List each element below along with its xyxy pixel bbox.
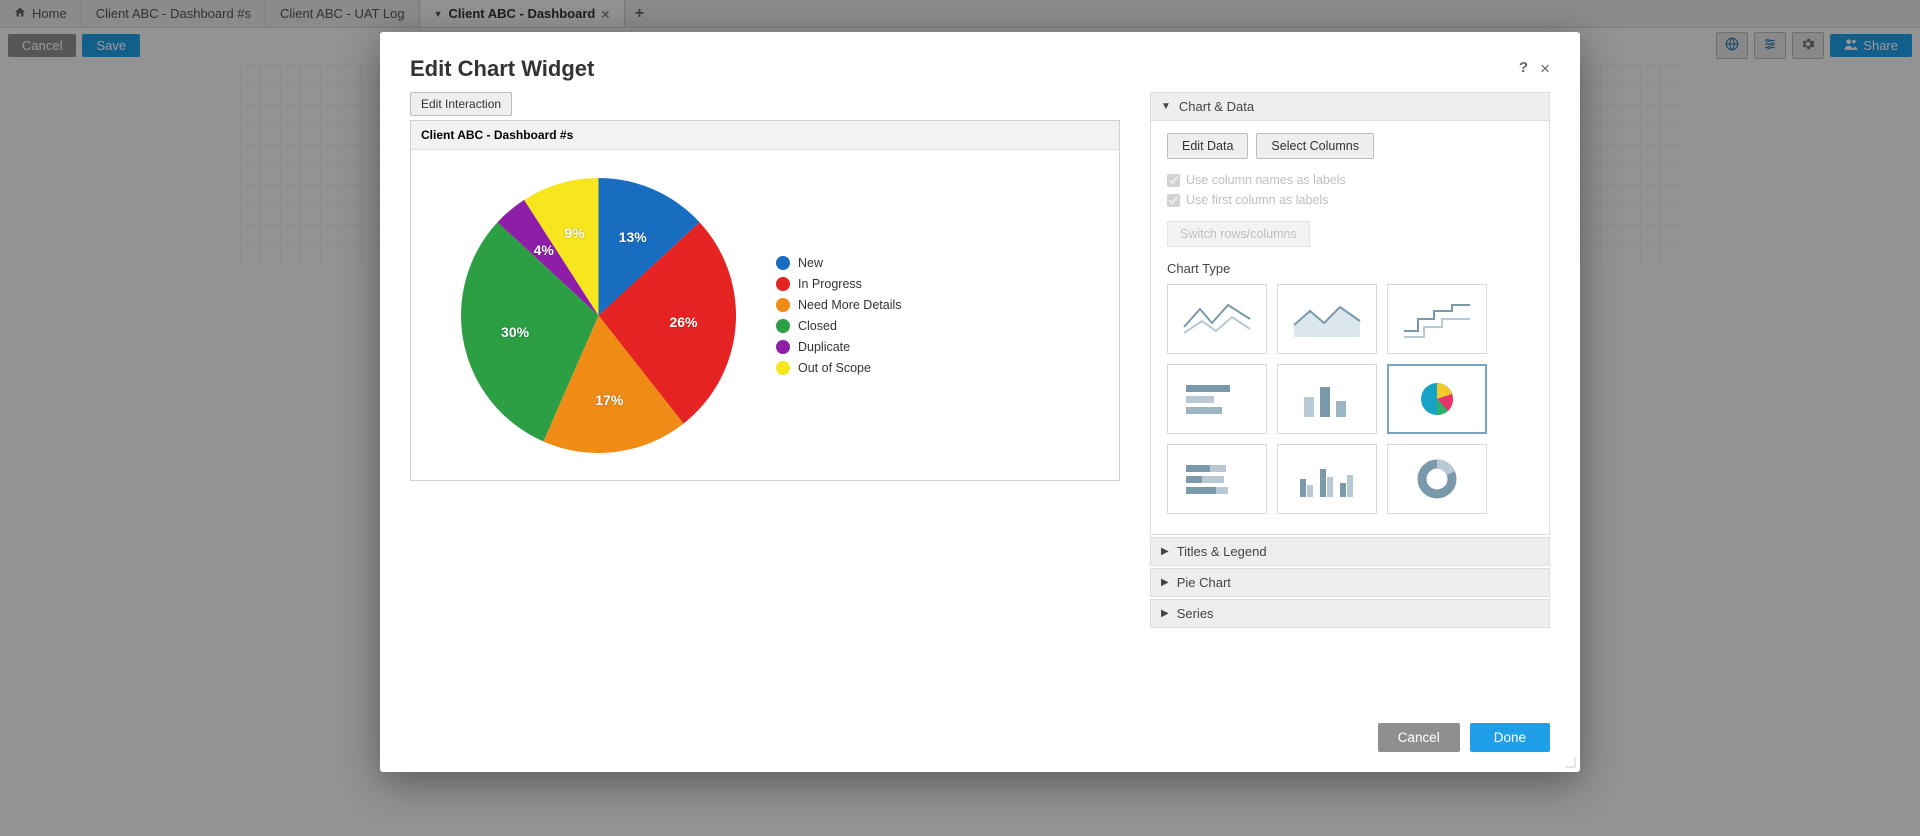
- chart-type-hbar[interactable]: [1167, 364, 1267, 434]
- section-series[interactable]: ▶ Series: [1151, 600, 1549, 627]
- chart-type-pie[interactable]: [1387, 364, 1487, 434]
- legend-label: Duplicate: [798, 340, 850, 354]
- chart-type-grid: [1167, 284, 1533, 514]
- pie-slice-label: 26%: [669, 314, 697, 330]
- edit-interaction-button[interactable]: Edit Interaction: [410, 92, 512, 116]
- legend-swatch: [776, 256, 790, 270]
- checkbox-label: Use column names as labels: [1186, 173, 1346, 187]
- pie-chart: 13% 26% 17% 30% 4% 9%: [461, 178, 736, 453]
- modal-header: Edit Chart Widget ? ×: [380, 32, 1580, 92]
- pie-slice-label: 4%: [534, 242, 554, 258]
- section-label: Titles & Legend: [1177, 544, 1267, 559]
- section-label: Pie Chart: [1177, 575, 1231, 590]
- legend-swatch: [776, 340, 790, 354]
- chart-type-hbar-stack[interactable]: [1167, 444, 1267, 514]
- switch-rows-columns-button[interactable]: Switch rows/columns: [1167, 221, 1310, 247]
- legend-item[interactable]: Closed: [776, 319, 902, 333]
- legend-swatch: [776, 319, 790, 333]
- close-modal-icon[interactable]: ×: [1540, 59, 1550, 79]
- chart-type-donut[interactable]: [1387, 444, 1487, 514]
- legend-item[interactable]: New: [776, 256, 902, 270]
- legend-label: New: [798, 256, 823, 270]
- modal-done-button[interactable]: Done: [1470, 723, 1550, 752]
- pie-slice-label: 30%: [501, 324, 529, 340]
- section-titles-legend[interactable]: ▶ Titles & Legend: [1151, 538, 1549, 565]
- legend-label: Closed: [798, 319, 837, 333]
- caret-right-icon: ▶: [1161, 608, 1169, 619]
- checkbox-label: Use first column as labels: [1186, 193, 1328, 207]
- legend-item[interactable]: Duplicate: [776, 340, 902, 354]
- legend-label: Out of Scope: [798, 361, 871, 375]
- legend-item[interactable]: Out of Scope: [776, 361, 902, 375]
- edit-data-button[interactable]: Edit Data: [1167, 133, 1248, 159]
- chart-type-label: Chart Type: [1167, 261, 1533, 276]
- use-column-names-checkbox[interactable]: Use column names as labels: [1167, 173, 1533, 187]
- modal-footer: Cancel Done: [380, 709, 1580, 772]
- checkbox-input[interactable]: [1167, 174, 1180, 187]
- chart-preview-card: Client ABC - Dashboard #s 13% 26% 17% 30% 4%…: [410, 120, 1120, 481]
- legend-item[interactable]: In Progress: [776, 277, 902, 291]
- resize-handle-icon[interactable]: [1564, 756, 1576, 768]
- legend-swatch: [776, 361, 790, 375]
- select-columns-button[interactable]: Select Columns: [1256, 133, 1374, 159]
- pie-slice-label: 17%: [595, 392, 623, 408]
- section-chart-and-data[interactable]: ▼ Chart & Data: [1151, 93, 1549, 120]
- modal-cancel-button[interactable]: Cancel: [1378, 723, 1460, 752]
- chart-type-vbar[interactable]: [1277, 364, 1377, 434]
- legend-label: Need More Details: [798, 298, 902, 312]
- modal-title: Edit Chart Widget: [410, 56, 594, 82]
- caret-right-icon: ▶: [1161, 546, 1169, 557]
- pie-slice-label: 9%: [564, 225, 584, 241]
- section-label: Series: [1177, 606, 1214, 621]
- caret-right-icon: ▶: [1161, 577, 1169, 588]
- section-label: Chart & Data: [1179, 99, 1254, 114]
- help-icon[interactable]: ?: [1519, 59, 1528, 79]
- chart-type-line[interactable]: [1167, 284, 1267, 354]
- chart-preview-title: Client ABC - Dashboard #s: [411, 121, 1119, 150]
- legend-swatch: [776, 298, 790, 312]
- checkbox-input[interactable]: [1167, 194, 1180, 207]
- section-pie-chart[interactable]: ▶ Pie Chart: [1151, 569, 1549, 596]
- chart-type-area[interactable]: [1277, 284, 1377, 354]
- caret-down-icon: ▼: [1161, 101, 1171, 112]
- chart-legend: New In Progress Need More Details Closed Dup…: [776, 256, 902, 375]
- use-first-column-checkbox[interactable]: Use first column as labels: [1167, 193, 1533, 207]
- chart-type-step[interactable]: [1387, 284, 1487, 354]
- edit-chart-widget-modal: Edit Chart Widget ? × Edit Interaction C…: [380, 32, 1580, 772]
- legend-swatch: [776, 277, 790, 291]
- legend-item[interactable]: Need More Details: [776, 298, 902, 312]
- chart-type-vbar-group[interactable]: [1277, 444, 1377, 514]
- pie-slice-label: 13%: [619, 229, 647, 245]
- legend-label: In Progress: [798, 277, 862, 291]
